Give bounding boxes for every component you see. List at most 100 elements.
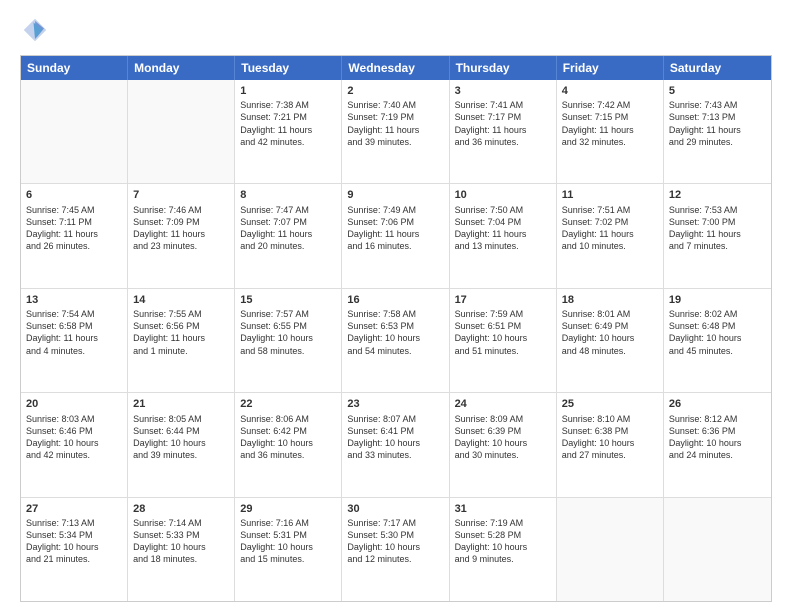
calendar-cell [557,498,664,601]
cell-line: Sunrise: 7:14 AM [133,517,229,529]
cell-line: Daylight: 11 hours [240,228,336,240]
cell-line: Sunrise: 7:58 AM [347,308,443,320]
cell-line: Sunset: 7:07 PM [240,216,336,228]
cell-line: Sunrise: 8:02 AM [669,308,766,320]
cell-line: Sunrise: 7:17 AM [347,517,443,529]
cell-line: Sunrise: 7:57 AM [240,308,336,320]
day-number: 14 [133,293,229,307]
calendar-cell: 19Sunrise: 8:02 AMSunset: 6:48 PMDayligh… [664,289,771,392]
cell-line: Sunset: 7:06 PM [347,216,443,228]
header-cell: Friday [557,56,664,80]
day-number: 21 [133,397,229,411]
header-cell: Wednesday [342,56,449,80]
cell-line: Daylight: 11 hours [347,228,443,240]
calendar-cell: 5Sunrise: 7:43 AMSunset: 7:13 PMDaylight… [664,80,771,183]
calendar-cell: 21Sunrise: 8:05 AMSunset: 6:44 PMDayligh… [128,393,235,496]
day-number: 28 [133,502,229,516]
cell-line: Sunrise: 7:43 AM [669,99,766,111]
calendar-row: 27Sunrise: 7:13 AMSunset: 5:34 PMDayligh… [21,498,771,601]
calendar-cell: 13Sunrise: 7:54 AMSunset: 6:58 PMDayligh… [21,289,128,392]
cell-line: Daylight: 10 hours [455,437,551,449]
cell-line: Sunrise: 7:45 AM [26,204,122,216]
cell-line: Sunrise: 8:06 AM [240,413,336,425]
calendar-cell: 12Sunrise: 7:53 AMSunset: 7:00 PMDayligh… [664,184,771,287]
cell-line: Sunrise: 8:03 AM [26,413,122,425]
day-number: 8 [240,188,336,202]
calendar-cell: 4Sunrise: 7:42 AMSunset: 7:15 PMDaylight… [557,80,664,183]
cell-line: and 7 minutes. [669,240,766,252]
day-number: 20 [26,397,122,411]
day-number: 16 [347,293,443,307]
header-cell: Thursday [450,56,557,80]
day-number: 25 [562,397,658,411]
cell-line: Sunrise: 7:59 AM [455,308,551,320]
cell-line: Sunset: 7:09 PM [133,216,229,228]
calendar-cell: 7Sunrise: 7:46 AMSunset: 7:09 PMDaylight… [128,184,235,287]
cell-line: Sunrise: 7:54 AM [26,308,122,320]
cell-line: Sunset: 6:39 PM [455,425,551,437]
cell-line: and 39 minutes. [133,449,229,461]
cell-line: Daylight: 10 hours [347,541,443,553]
cell-line: Daylight: 11 hours [240,124,336,136]
calendar-cell: 29Sunrise: 7:16 AMSunset: 5:31 PMDayligh… [235,498,342,601]
cell-line: Daylight: 10 hours [133,437,229,449]
cell-line: and 33 minutes. [347,449,443,461]
cell-line: Daylight: 11 hours [455,228,551,240]
cell-line: Daylight: 10 hours [26,437,122,449]
cell-line: Daylight: 10 hours [240,541,336,553]
cell-line: and 27 minutes. [562,449,658,461]
cell-line: Sunrise: 7:49 AM [347,204,443,216]
cell-line: Daylight: 10 hours [562,437,658,449]
cell-line: Sunset: 5:33 PM [133,529,229,541]
cell-line: and 1 minute. [133,345,229,357]
cell-line: and 18 minutes. [133,553,229,565]
cell-line: Sunset: 6:42 PM [240,425,336,437]
day-number: 17 [455,293,551,307]
cell-line: Sunset: 6:49 PM [562,320,658,332]
cell-line: and 29 minutes. [669,136,766,148]
cell-line: and 51 minutes. [455,345,551,357]
cell-line: and 30 minutes. [455,449,551,461]
day-number: 22 [240,397,336,411]
calendar-cell: 24Sunrise: 8:09 AMSunset: 6:39 PMDayligh… [450,393,557,496]
calendar-row: 20Sunrise: 8:03 AMSunset: 6:46 PMDayligh… [21,393,771,497]
day-number: 9 [347,188,443,202]
logo [20,15,54,45]
day-number: 1 [240,84,336,98]
cell-line: Sunset: 7:04 PM [455,216,551,228]
cell-line: Sunrise: 8:01 AM [562,308,658,320]
day-number: 10 [455,188,551,202]
cell-line: Daylight: 10 hours [347,437,443,449]
calendar-cell: 3Sunrise: 7:41 AMSunset: 7:17 PMDaylight… [450,80,557,183]
cell-line: Daylight: 11 hours [133,228,229,240]
cell-line: Sunset: 7:00 PM [669,216,766,228]
calendar-cell: 28Sunrise: 7:14 AMSunset: 5:33 PMDayligh… [128,498,235,601]
day-number: 6 [26,188,122,202]
cell-line: Daylight: 10 hours [26,541,122,553]
cell-line: Daylight: 11 hours [455,124,551,136]
cell-line: Sunset: 6:36 PM [669,425,766,437]
header-cell: Monday [128,56,235,80]
cell-line: Daylight: 10 hours [240,437,336,449]
calendar-header: SundayMondayTuesdayWednesdayThursdayFrid… [21,56,771,80]
cell-line: Sunset: 5:34 PM [26,529,122,541]
cell-line: Daylight: 11 hours [26,332,122,344]
header [20,15,772,45]
calendar-cell: 14Sunrise: 7:55 AMSunset: 6:56 PMDayligh… [128,289,235,392]
day-number: 12 [669,188,766,202]
day-number: 29 [240,502,336,516]
cell-line: Sunrise: 7:50 AM [455,204,551,216]
calendar-cell [664,498,771,601]
day-number: 26 [669,397,766,411]
cell-line: and 21 minutes. [26,553,122,565]
cell-line: Daylight: 11 hours [669,124,766,136]
cell-line: Sunrise: 7:16 AM [240,517,336,529]
day-number: 11 [562,188,658,202]
header-cell: Tuesday [235,56,342,80]
day-number: 4 [562,84,658,98]
day-number: 15 [240,293,336,307]
cell-line: Sunset: 6:41 PM [347,425,443,437]
day-number: 24 [455,397,551,411]
calendar-cell: 15Sunrise: 7:57 AMSunset: 6:55 PMDayligh… [235,289,342,392]
cell-line: and 36 minutes. [455,136,551,148]
